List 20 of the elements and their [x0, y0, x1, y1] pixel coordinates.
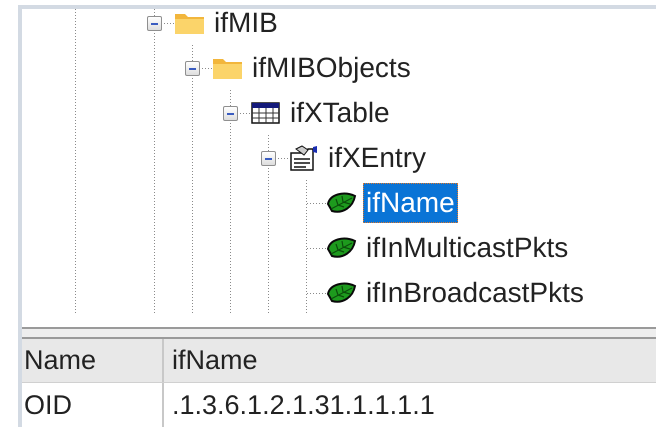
leaf-icon — [326, 234, 357, 260]
form-icon — [288, 144, 319, 170]
tree-node[interactable]: ifName — [363, 182, 458, 222]
leaf-icon — [326, 280, 357, 306]
tree-node[interactable]: ifMIBObjects — [249, 48, 414, 88]
property-value: ifName — [171, 344, 258, 378]
tree-node[interactable]: ifXTable — [287, 92, 393, 132]
collapse-toggle[interactable] — [223, 106, 238, 120]
table-icon — [250, 100, 281, 125]
collapse-toggle[interactable] — [185, 60, 200, 76]
tree-node[interactable]: ifXEntry — [325, 138, 430, 178]
property-name: Name — [24, 344, 96, 378]
collapse-toggle[interactable] — [261, 150, 276, 166]
leaf-icon — [326, 190, 357, 216]
collapse-toggle[interactable] — [147, 16, 162, 30]
property-value: .1.3.6.1.2.1.31.1.1.1.1 — [171, 388, 435, 422]
tree-node[interactable]: ifInMulticastPkts — [363, 228, 572, 268]
tree-node[interactable]: ifInBroadcastPkts — [363, 272, 587, 312]
tree-node[interactable]: ifMIB — [211, 9, 281, 42]
property-name: OID — [24, 388, 72, 422]
